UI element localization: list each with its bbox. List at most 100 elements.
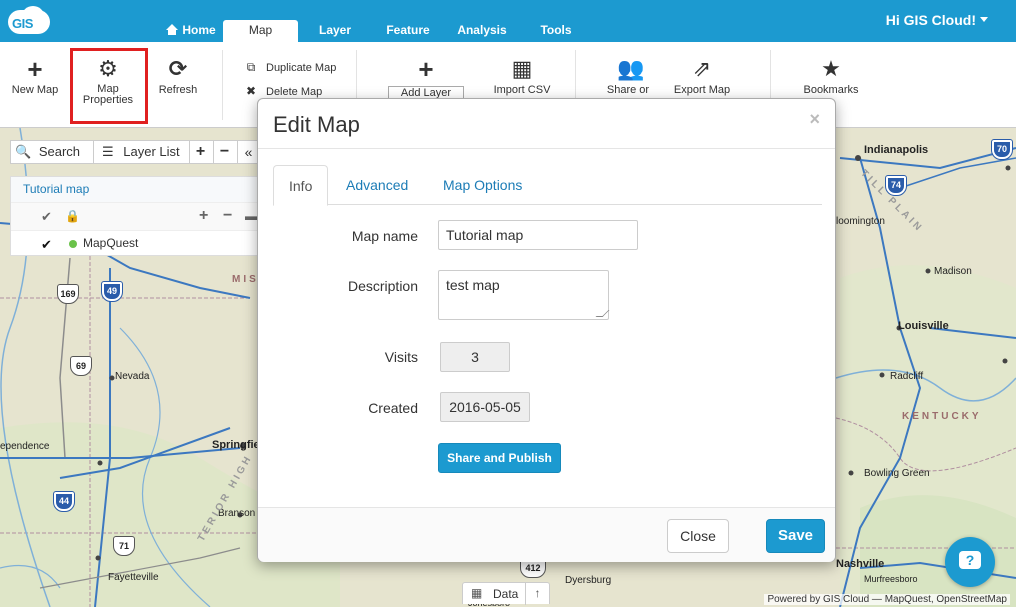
plus-icon: + xyxy=(195,143,206,160)
layer-panel-header: ✔ 🔒 + − ▬ xyxy=(11,203,259,231)
search-button[interactable]: 🔍 Search xyxy=(15,141,80,163)
save-button[interactable]: Save xyxy=(766,519,825,553)
map-label-nashville: Nashville xyxy=(836,558,885,570)
layer-list-button[interactable]: ☰ Layer List xyxy=(93,141,180,163)
map-name-label: Map name xyxy=(351,228,418,244)
refresh-button[interactable]: ⟳ Refresh xyxy=(150,42,206,128)
home-icon xyxy=(166,24,179,35)
users-icon: 👥 xyxy=(617,56,645,81)
resize-handle-icon[interactable] xyxy=(595,310,610,317)
folder-icon[interactable]: ▬ xyxy=(245,209,257,223)
dialog-header: Edit Map × xyxy=(258,99,835,149)
nav-tab-analysis[interactable]: Analysis xyxy=(452,20,512,42)
map-attribution: Powered by GIS Cloud — MapQuest, OpenStr… xyxy=(764,594,1010,605)
user-greeting: Hi GIS Cloud! xyxy=(885,12,976,28)
map-label-murfreesboro: Murfreesboro xyxy=(864,574,918,584)
edit-map-dialog: Edit Map × Info Advanced Map Options Map… xyxy=(257,98,836,562)
caret-down-icon xyxy=(980,17,988,22)
check-all-icon[interactable]: ✔ xyxy=(41,209,52,225)
tab-info[interactable]: Info xyxy=(273,165,329,206)
layer-row[interactable]: ✔ MapQuest xyxy=(11,231,259,257)
grid-icon: ▦ xyxy=(471,586,483,600)
map-left-toolbar: 🔍 Search ☰ Layer List + − « xyxy=(10,140,260,164)
map-label-dyersburg: Dyersburg xyxy=(565,575,612,586)
user-menu[interactable]: Hi GIS Cloud! xyxy=(886,12,988,28)
lock-icon[interactable]: 🔒 xyxy=(65,209,80,223)
interstate-shield-70: 70 xyxy=(991,139,1013,160)
bookmarks-label: Bookmarks xyxy=(803,84,859,96)
layer-list-label: Layer List xyxy=(123,144,180,159)
refresh-icon: ⟳ xyxy=(168,56,188,81)
minus-icon: − xyxy=(219,143,230,160)
tab-map-options[interactable]: Map Options xyxy=(428,165,537,205)
collapse-panel-button[interactable]: « xyxy=(237,141,259,163)
table-icon: ▦ xyxy=(511,56,533,81)
new-map-button[interactable]: + New Map xyxy=(6,42,64,128)
highway-shield-69: 69 xyxy=(70,356,92,376)
layer-visible-checkbox[interactable]: ✔ xyxy=(41,237,52,253)
layer-panel: Tutorial map ✔ 🔒 + − ▬ ✔ MapQuest xyxy=(10,176,260,256)
plus-icon: + xyxy=(418,54,434,84)
ribbon-divider xyxy=(222,50,223,120)
created-field: 2016-05-05 xyxy=(440,392,530,422)
layer-name: MapQuest xyxy=(83,236,139,250)
double-chevron-left-icon: « xyxy=(244,144,253,160)
zoom-out-button[interactable]: − xyxy=(213,141,235,163)
top-navbar: GIS Home Map Layer Feature Analysis Tool… xyxy=(0,0,1016,42)
map-label-fayetteville: Fayetteville xyxy=(108,572,159,583)
export-map-label: Export Map xyxy=(673,84,731,96)
delete-map-label: Delete Map xyxy=(266,86,323,98)
gis-cloud-logo[interactable]: GIS xyxy=(8,6,52,36)
star-icon: ★ xyxy=(821,56,841,81)
description-field[interactable]: test map xyxy=(438,270,610,320)
map-label-bloomington: loomington xyxy=(836,216,885,227)
logo-text: GIS xyxy=(12,16,33,31)
nav-tab-home[interactable]: Home xyxy=(160,20,222,42)
nav-tab-tools[interactable]: Tools xyxy=(533,20,579,42)
nav-tab-map[interactable]: Map xyxy=(223,20,298,42)
share-and-publish-button[interactable]: Share and Publish xyxy=(438,443,561,473)
data-panel-toggle[interactable]: ▦ Data ↑ xyxy=(462,582,550,605)
import-csv-label: Import CSV xyxy=(493,84,551,96)
copy-icon: ⧉ xyxy=(246,60,256,74)
plus-icon: + xyxy=(27,54,43,84)
highway-shield-71: 71 xyxy=(113,536,135,556)
duplicate-map-button[interactable]: ⧉ Duplicate Map xyxy=(244,60,337,75)
visits-label: Visits xyxy=(384,349,418,365)
close-button[interactable]: Close xyxy=(667,519,729,553)
dialog-close-icon[interactable]: × xyxy=(809,109,820,130)
dialog-title: Edit Map xyxy=(273,112,360,137)
refresh-label: Refresh xyxy=(158,84,198,96)
remove-layer-icon[interactable]: − xyxy=(223,207,232,225)
description-label: Description xyxy=(347,278,418,294)
layer-panel-map-title[interactable]: Tutorial map xyxy=(11,177,259,203)
dialog-footer: Close Save xyxy=(258,507,835,562)
nav-tab-feature[interactable]: Feature xyxy=(380,20,436,42)
interstate-shield-74: 74 xyxy=(885,175,907,196)
dialog-tabs: Info Advanced Map Options xyxy=(273,165,822,206)
help-chat-button[interactable]: ? xyxy=(945,537,995,587)
data-label: Data xyxy=(493,587,519,601)
search-icon: 🔍 xyxy=(15,144,32,159)
highway-shield-169: 169 xyxy=(57,284,79,304)
visits-field: 3 xyxy=(440,342,510,372)
chat-question-icon: ? xyxy=(959,551,981,569)
map-name-field[interactable]: Tutorial map xyxy=(438,220,638,250)
delete-map-button[interactable]: ✖ Delete Map xyxy=(244,84,322,98)
share-label: Share or xyxy=(606,84,650,96)
add-layer-icon[interactable]: + xyxy=(199,207,208,225)
interstate-shield-49: 49 xyxy=(101,281,123,302)
tab-advanced[interactable]: Advanced xyxy=(331,165,423,205)
map-properties-highlight xyxy=(70,48,148,124)
layer-status-dot-icon xyxy=(69,240,77,248)
map-label-independence: ependence xyxy=(0,441,50,452)
interstate-shield-44: 44 xyxy=(53,491,75,512)
arrow-up-icon: ↑ xyxy=(525,583,549,605)
close-icon: ✖ xyxy=(245,84,257,98)
map-label-kentucky: KENTUCKY xyxy=(902,411,982,422)
nav-tab-home-label: Home xyxy=(182,23,216,37)
map-label-missouri: MIS xyxy=(232,274,259,285)
nav-tab-layer[interactable]: Layer xyxy=(310,20,360,42)
new-map-label: New Map xyxy=(11,84,59,96)
zoom-in-button[interactable]: + xyxy=(189,141,211,163)
